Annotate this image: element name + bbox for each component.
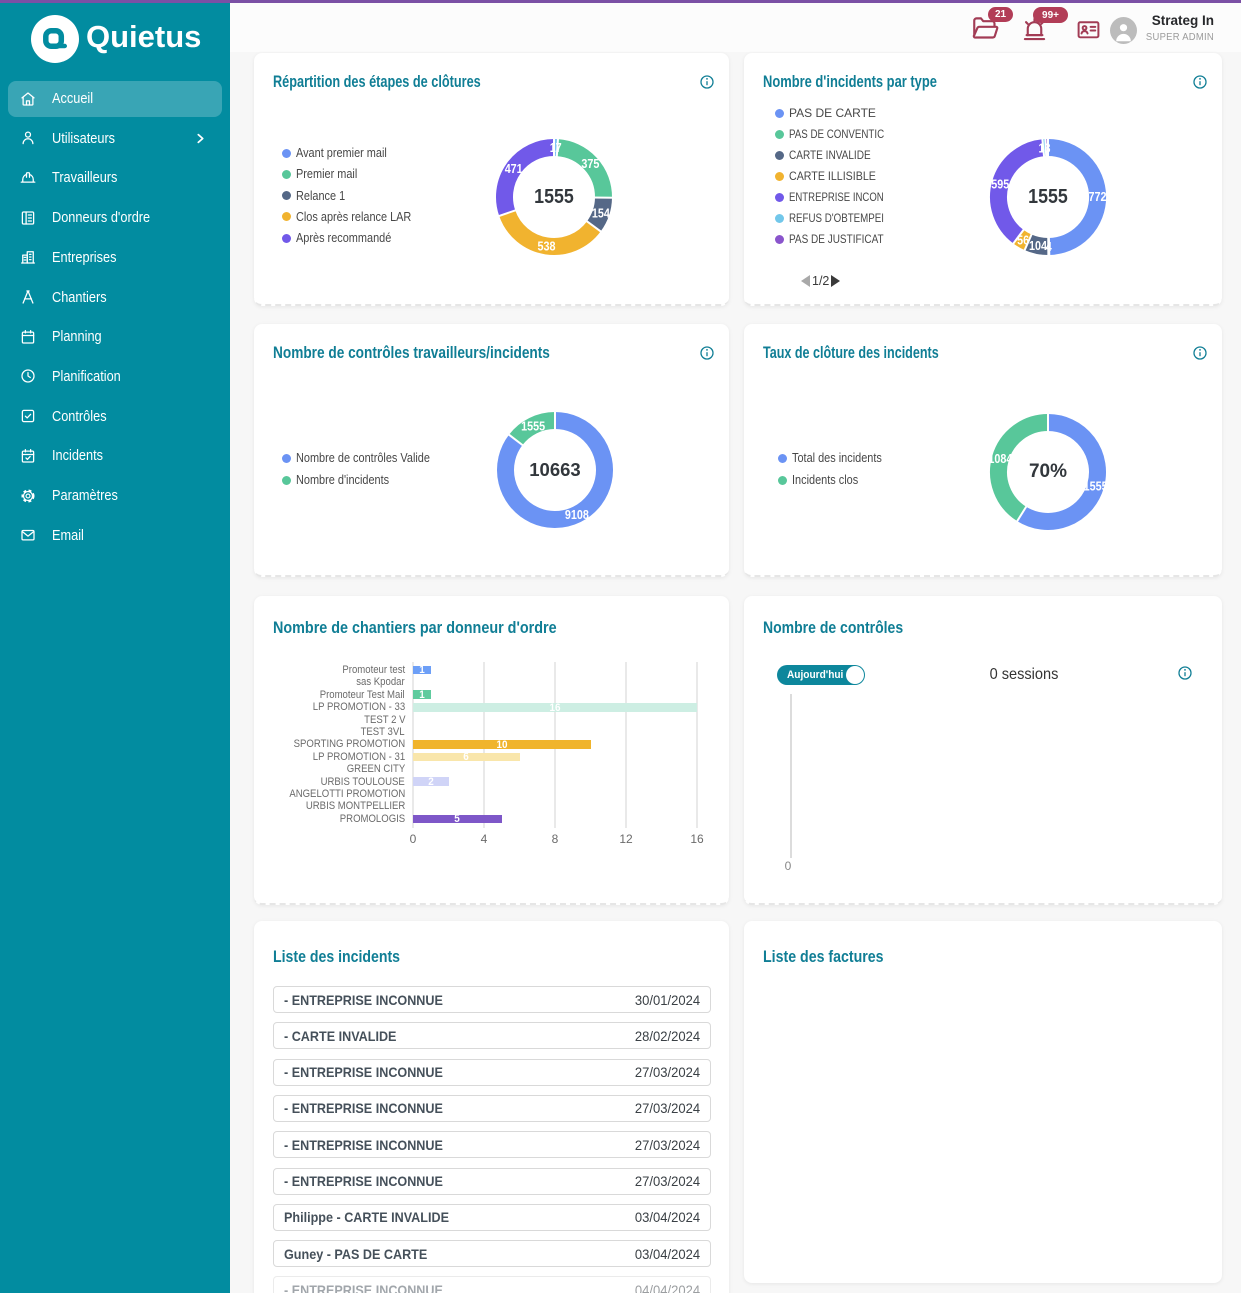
- svg-text:595: 595: [991, 176, 1009, 191]
- svg-text:154: 154: [592, 206, 611, 221]
- svg-text:772: 772: [1089, 189, 1107, 204]
